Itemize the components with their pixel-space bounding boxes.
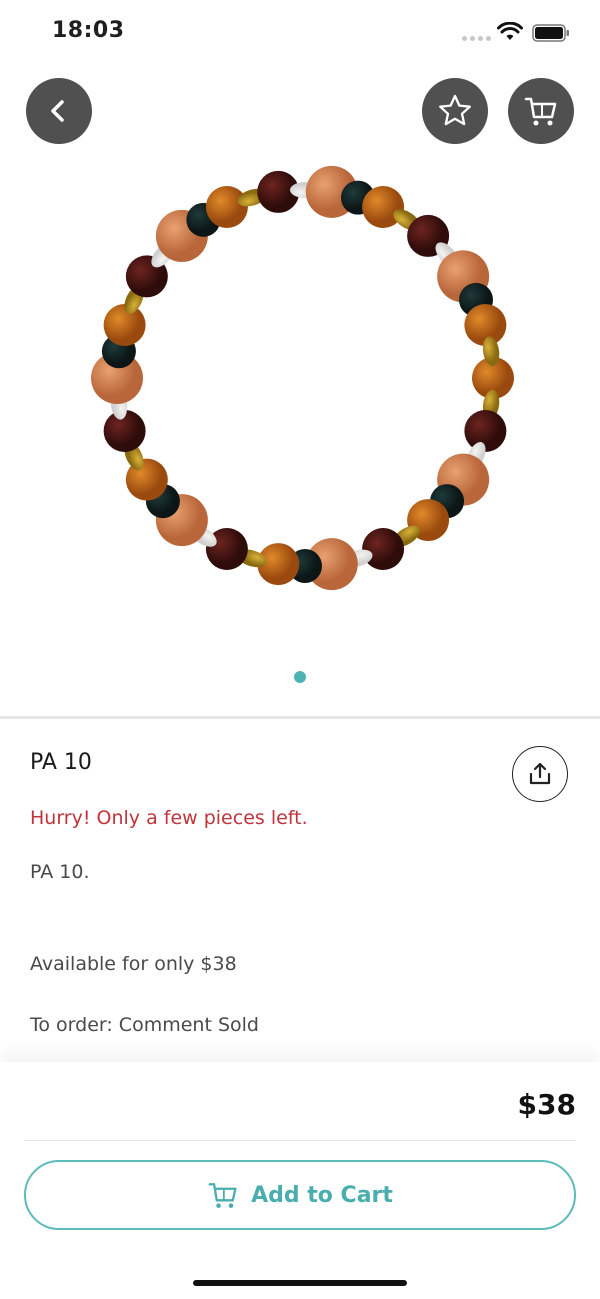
share-icon bbox=[529, 762, 551, 785]
home-indicator bbox=[193, 1280, 407, 1286]
description-line: To order: Comment Sold bbox=[30, 1014, 259, 1036]
cart-icon bbox=[208, 1183, 237, 1208]
carousel-indicator bbox=[294, 671, 306, 683]
purchase-panel: $38 Add to Cart bbox=[0, 1062, 600, 1299]
panel-divider bbox=[24, 1140, 576, 1141]
description-line: PA 10. bbox=[30, 861, 90, 883]
garnet-bead bbox=[464, 409, 507, 452]
product-image[interactable] bbox=[80, 160, 530, 600]
wifi-icon bbox=[497, 22, 523, 40]
price: $38 bbox=[517, 1088, 576, 1121]
back-button[interactable] bbox=[26, 78, 92, 144]
battery-icon bbox=[532, 24, 569, 42]
add-to-cart-button[interactable]: Add to Cart bbox=[24, 1160, 576, 1230]
status-time: 18:03 bbox=[52, 18, 125, 43]
product-title: PA 10 bbox=[30, 750, 92, 775]
cart-button[interactable] bbox=[508, 78, 574, 144]
amber-bead bbox=[103, 304, 146, 347]
favorite-button[interactable] bbox=[422, 78, 488, 144]
image-divider bbox=[0, 716, 600, 719]
stock-warning: Hurry! Only a few pieces left. bbox=[30, 807, 308, 829]
chevron-left-icon bbox=[51, 100, 64, 122]
add-to-cart-label: Add to Cart bbox=[251, 1182, 393, 1208]
cart-icon bbox=[524, 97, 557, 126]
status-bar: 18:03 bbox=[0, 0, 600, 64]
garnet-bead bbox=[362, 528, 405, 571]
share-button[interactable] bbox=[512, 746, 568, 802]
signal-icon bbox=[462, 36, 491, 41]
amber-bead bbox=[205, 185, 248, 228]
star-icon bbox=[439, 94, 471, 126]
description-line: Available for only $38 bbox=[30, 953, 237, 975]
